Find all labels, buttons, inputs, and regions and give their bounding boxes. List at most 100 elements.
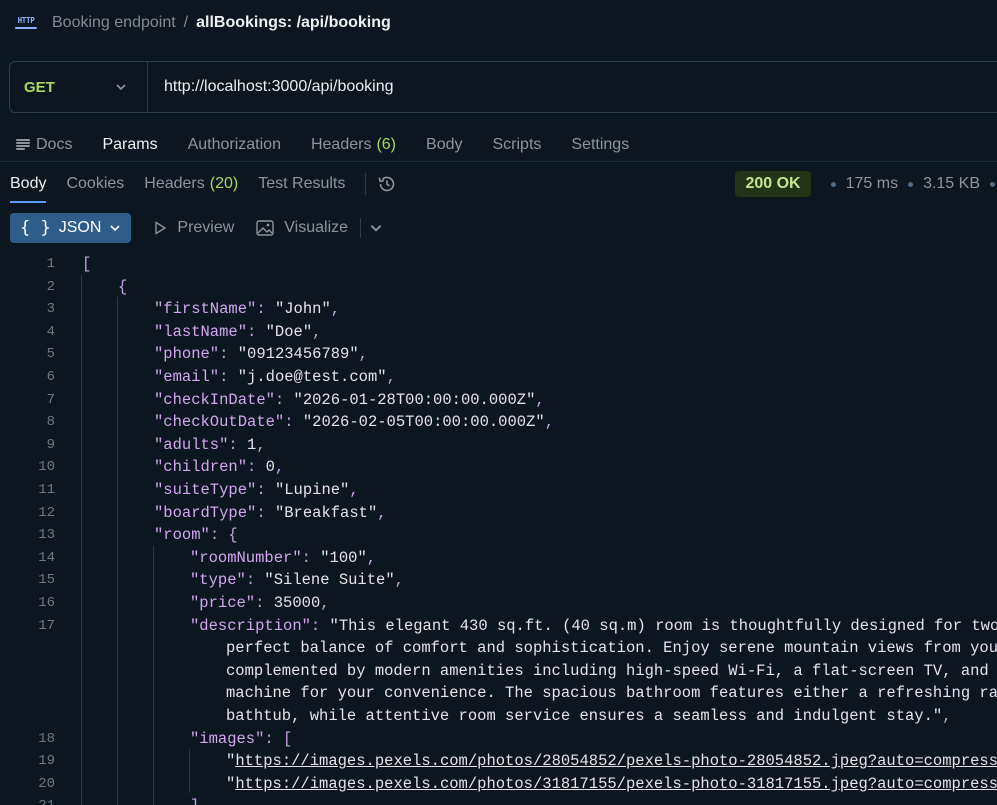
braces-icon: { } — [20, 218, 51, 238]
response-tab-cookies[interactable]: Cookies — [66, 165, 124, 203]
tab-label: Authorization — [187, 135, 281, 153]
code-token: "description" — [190, 616, 311, 635]
line-number: 7 — [46, 391, 55, 408]
code-token: : — [274, 390, 294, 409]
code-text: "children": 0, — [154, 456, 284, 479]
preview-button[interactable]: Preview — [153, 219, 234, 237]
code-text: "https://images.pexels.com/photos/318171… — [226, 773, 997, 796]
code-token: "price" — [190, 594, 256, 612]
code-line: machine for your convenience. The spacio… — [0, 682, 997, 705]
code-text: "checkInDate": "2026-01-28T00:00:00.000Z… — [154, 389, 545, 412]
tab-label: Scripts — [492, 135, 542, 153]
code-token: , — [312, 322, 322, 341]
tab-authorization[interactable]: Authorization — [188, 136, 281, 154]
code-line: 12 "boardType": "Breakfast", — [0, 502, 997, 525]
code-token: : — [247, 322, 266, 341]
code-line: 6 "email": "j.doe@test.com", — [0, 366, 997, 389]
code-token: "images" — [190, 729, 265, 748]
response-size[interactable]: 3.15 KB — [923, 175, 980, 193]
docs-icon — [16, 138, 30, 151]
code-token: "09123456789" — [237, 345, 359, 364]
code-text: "price": 35000, — [190, 592, 330, 615]
response-tab-body[interactable]: Body — [10, 165, 47, 203]
request-tabs: Docs Params Authorization Headers (6) Bod… — [0, 128, 997, 162]
code-token: , — [274, 458, 285, 477]
code-token: { — [118, 277, 128, 296]
response-body-editor[interactable]: 1[2{3 "firstName": "John", 4 "lastName": "D… — [0, 253, 997, 805]
code-token: "firstName" — [154, 300, 257, 319]
code-line: 13 "room": { — [0, 524, 997, 547]
code-line: 11 "suiteType": "Lupine", — [0, 479, 997, 502]
code-token: "checkInDate" — [154, 390, 275, 409]
method-select[interactable]: GET — [10, 62, 148, 112]
divider — [365, 173, 367, 195]
chevron-down-icon[interactable] — [369, 221, 383, 235]
code-text: bathtub, while attentive room service en… — [226, 705, 952, 728]
tab-params[interactable]: Params — [102, 136, 157, 154]
code-text: "adults": 1, — [154, 434, 266, 457]
code-line: 19 "https://images.pexels.com/photos/2805… — [0, 750, 997, 773]
response-tab-test-results[interactable]: Test Results — [258, 165, 345, 203]
history-icon[interactable] — [376, 173, 398, 195]
code-token: "suiteType" — [154, 481, 257, 499]
format-select[interactable]: { } JSON — [10, 213, 132, 243]
code-token: "phone" — [154, 345, 220, 364]
code-text: "roomNumber": "100", — [190, 547, 376, 570]
tab-label: Cookies — [66, 175, 125, 192]
code-text: "https://images.pexels.com/photos/280548… — [226, 750, 997, 773]
code-token: , — [377, 503, 387, 522]
status-badge: 200 OK — [735, 171, 811, 197]
code-text: perfect balance of comfort and sophistic… — [226, 637, 997, 660]
code-text: "images": [ — [190, 728, 292, 751]
code-token: , — [544, 413, 554, 432]
code-line: complemented by modern amenities includi… — [0, 660, 997, 683]
code-text: complemented by modern amenities includi… — [226, 660, 997, 683]
code-token: bathtub, while attentive room service en… — [226, 707, 943, 725]
line-number: 2 — [46, 278, 55, 295]
tab-scripts[interactable]: Scripts — [492, 136, 541, 154]
line-number: 1 — [46, 256, 55, 272]
code-token: "Doe" — [265, 322, 313, 341]
code-line: perfect balance of comfort and sophistic… — [0, 637, 997, 660]
tab-settings[interactable]: Settings — [571, 136, 629, 154]
response-stats: 200 OK 175 ms 3.15 KB — [735, 171, 997, 197]
url-input[interactable]: http://localhost:3000/api/booking — [148, 78, 394, 96]
code-token: , — [256, 435, 266, 454]
code-token: : — [255, 594, 274, 612]
code-token: "j.doe@test.com" — [237, 368, 387, 386]
code-token: perfect balance of comfort and sophistic… — [226, 639, 997, 658]
tab-docs[interactable]: Docs — [16, 136, 72, 154]
line-number: 4 — [46, 323, 55, 340]
code-token: " — [226, 774, 236, 793]
breadcrumb-parent[interactable]: Booking endpoint — [52, 14, 176, 32]
preview-label: Preview — [177, 219, 235, 236]
code-token: "100" — [320, 548, 367, 567]
breadcrumb-current[interactable]: allBookings: /api/booking — [196, 14, 391, 32]
code-line: 4 "lastName": "Doe", — [0, 321, 997, 344]
code-token: " — [226, 752, 236, 771]
tab-headers[interactable]: Headers (6) — [311, 136, 396, 154]
response-tab-headers[interactable]: Headers (20) — [144, 165, 238, 203]
view-toolbar: { } JSON Preview Visualize — [10, 213, 383, 243]
code-token: : — [245, 571, 265, 590]
code-token: , — [358, 345, 368, 364]
code-token: "roomNumber" — [190, 548, 302, 567]
code-token: : — [228, 435, 248, 454]
code-token: "2026-02-05T00:00:00.000Z" — [302, 413, 545, 432]
url-link[interactable]: https://images.pexels.com/photos/2805485… — [235, 752, 997, 770]
response-time[interactable]: 175 ms — [846, 175, 898, 193]
code-line: 18 "images": [ — [0, 728, 997, 751]
url-link[interactable]: https://images.pexels.com/photos/3181715… — [235, 775, 997, 793]
tab-label: Body — [10, 175, 47, 192]
visualize-button[interactable]: Visualize — [256, 219, 348, 237]
code-token: , — [535, 390, 545, 409]
code-token: : [ — [264, 729, 293, 748]
line-number: 13 — [38, 527, 55, 544]
tab-body[interactable]: Body — [426, 136, 462, 154]
code-token: , — [320, 594, 330, 612]
code-token: : — [310, 616, 330, 635]
code-token: "checkOutDate" — [154, 413, 285, 432]
code-token: "John" — [274, 300, 331, 319]
line-number: 8 — [46, 414, 55, 431]
code-text: ], — [190, 795, 209, 805]
